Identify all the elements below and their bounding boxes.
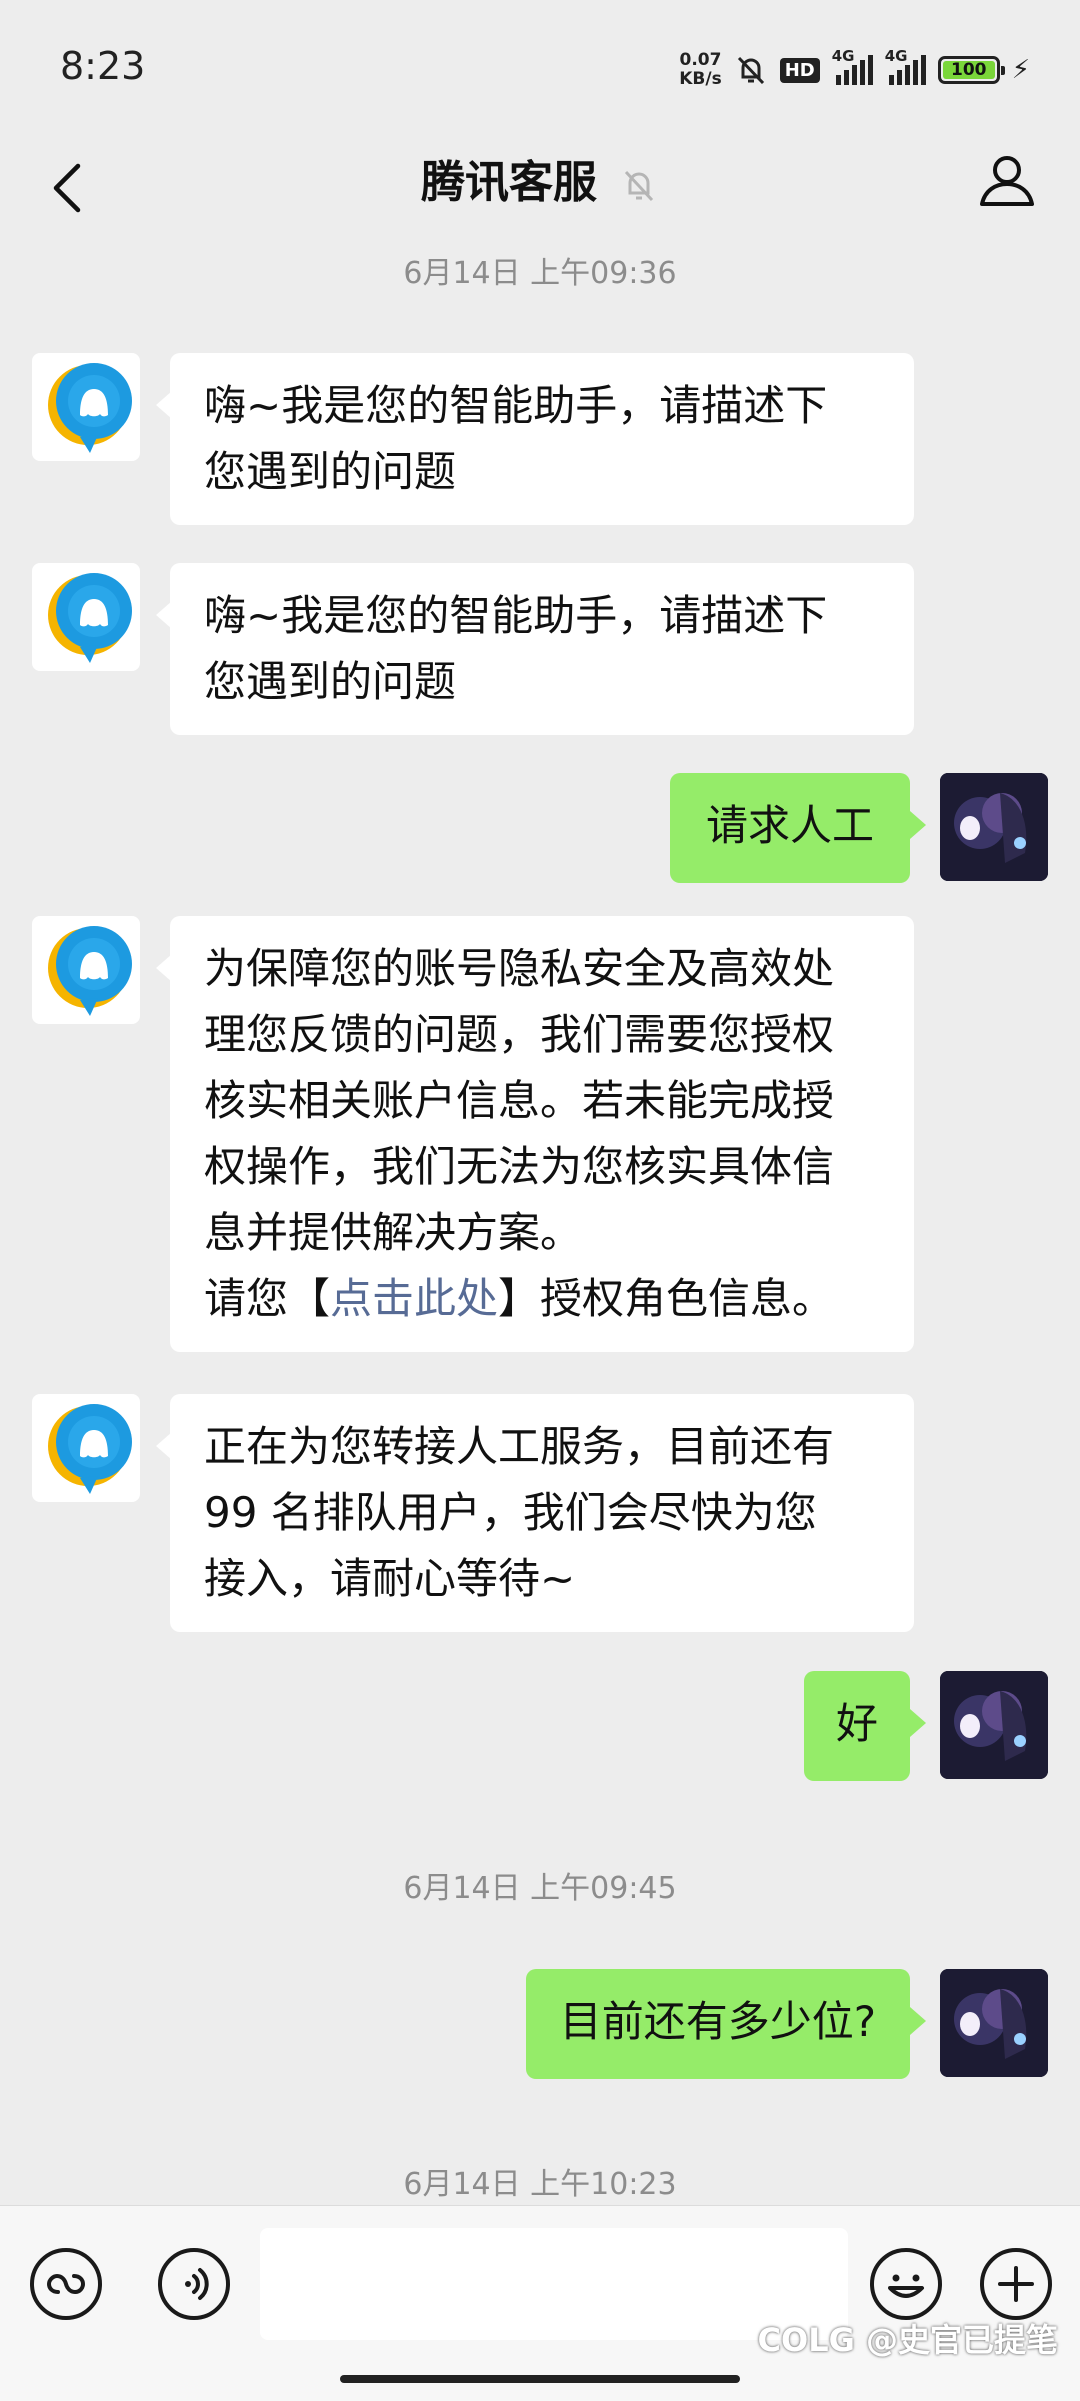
chat-title-text: 腾讯客服 — [421, 157, 597, 208]
bot-message: 正在为您转接人工服务，目前还有 99 名排队用户，我们会尽快为您 接入，请耐心等… — [156, 1394, 914, 1632]
qq-support-logo-icon — [48, 363, 132, 453]
link-icon — [46, 2273, 86, 2295]
status-icons: 0.07 KB/s HD 4G 4G 100 ⚡ — [679, 47, 1030, 92]
user-avatar[interactable] — [940, 773, 1048, 881]
plus-icon — [998, 2266, 1034, 2302]
bot-avatar[interactable] — [32, 916, 140, 1024]
auth-line: 请您【点击此处】授权角色信息。 — [204, 1274, 835, 1323]
charging-icon: ⚡ — [1011, 55, 1030, 85]
chat-header: 腾讯客服 — [0, 136, 1080, 240]
timestamp: 6月14日 上午10:23 — [403, 2167, 677, 2202]
home-indicator[interactable] — [340, 2375, 740, 2383]
status-time: 8:23 — [60, 44, 146, 88]
bot-message: 嗨~我是您的智能助手，请描述下 您遇到的问题 — [156, 353, 914, 525]
authorize-link[interactable]: 点击此处 — [330, 1274, 498, 1323]
watermark: COLG @史官已提笔 — [757, 2321, 1059, 2359]
chat-title: 腾讯客服 — [0, 146, 1080, 210]
bell-off-icon — [734, 53, 768, 87]
mute-notification-icon — [619, 165, 659, 205]
battery-icon: 100 — [937, 56, 1005, 84]
bot-message: 为保障您的账号隐私安全及高效处 理您反馈的问题，我们需要您授权 核实相关账户信息… — [156, 916, 914, 1352]
timestamp: 6月14日 上午09:36 — [403, 256, 677, 291]
timestamp: 6月14日 上午09:45 — [403, 1871, 677, 1906]
qq-support-logo-icon — [48, 1404, 132, 1494]
net-speed: 0.07 KB/s — [679, 50, 722, 89]
voice-icon — [185, 2268, 209, 2300]
emoji-button[interactable] — [870, 2248, 942, 2320]
user-avatar[interactable] — [940, 1671, 1048, 1779]
profile-button[interactable] — [974, 148, 1040, 214]
user-avatar[interactable] — [940, 1969, 1048, 2077]
person-icon — [980, 156, 1034, 206]
user-message: 请求人工 — [669, 773, 927, 883]
user-avatar-image-icon — [940, 1671, 1048, 1779]
status-bar: 8:23 0.07 KB/s HD 4G 4G 100 ⚡ — [0, 0, 1080, 136]
mini-program-button[interactable] — [30, 2248, 102, 2320]
smiley-icon — [888, 2274, 924, 2298]
bot-avatar[interactable] — [32, 563, 140, 671]
signal-2-icon: 4G — [885, 47, 926, 85]
user-avatar-image-icon — [940, 1969, 1048, 2077]
voice-button[interactable] — [158, 2248, 230, 2320]
bot-avatar[interactable] — [32, 353, 140, 461]
user-avatar-image-icon — [940, 773, 1048, 881]
bot-message: 嗨~我是您的智能助手，请描述下 您遇到的问题 — [156, 563, 914, 735]
input-bar: COLG @史官已提笔 — [0, 2205, 1080, 2401]
user-message: 好 — [803, 1671, 927, 1781]
hd-voice-icon: HD — [779, 57, 820, 83]
user-message: 目前还有多少位? — [525, 1969, 927, 2079]
qq-support-logo-icon — [48, 926, 132, 1016]
qq-support-logo-icon — [48, 573, 132, 663]
bot-avatar[interactable] — [32, 1394, 140, 1502]
more-button[interactable] — [980, 2248, 1052, 2320]
signal-1-icon: 4G — [832, 47, 873, 85]
